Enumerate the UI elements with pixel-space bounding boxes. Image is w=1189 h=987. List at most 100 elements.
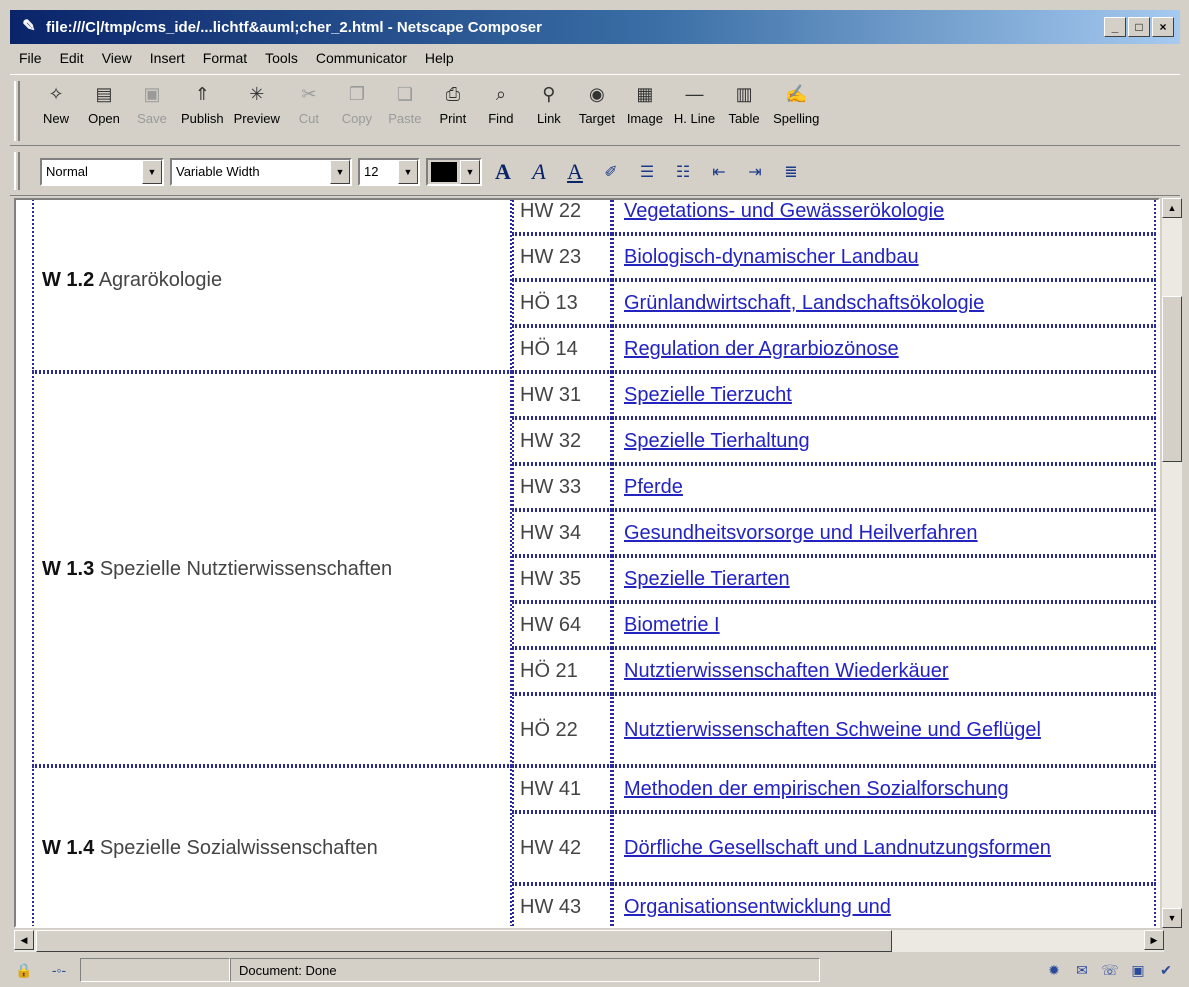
save-icon: ▣ <box>143 83 161 104</box>
menu-view[interactable]: View <box>93 50 141 66</box>
menu-edit[interactable]: Edit <box>51 50 93 66</box>
toolbar-button-label: Paste <box>388 111 422 126</box>
chevron-down-icon[interactable]: ▼ <box>330 159 350 184</box>
module-group-cell[interactable]: W 1.3 Spezielle Nutztierwissenschaften <box>32 372 512 766</box>
course-code: HÖ 13 <box>512 280 612 326</box>
chevron-down-icon[interactable]: ▼ <box>460 159 480 184</box>
font-select[interactable]: Variable Width ▼ <box>170 157 352 186</box>
publish-button[interactable]: ⇑ Publish <box>176 75 229 127</box>
toolbar-button-label: Link <box>536 111 561 126</box>
preview-button[interactable]: ✳ Preview <box>229 75 285 127</box>
new-button[interactable]: ✧ New <box>32 75 80 127</box>
numbered-list-icon[interactable]: ☷ <box>668 157 698 187</box>
table-row: W 1.4 Spezielle Sozialwissenschaften HW 4… <box>32 766 1156 926</box>
decrease-indent-icon[interactable]: ⇤ <box>704 157 734 187</box>
scroll-left-icon[interactable]: ◀ <box>14 930 34 950</box>
link-button[interactable]: ⚲ Link <box>525 75 573 127</box>
open-button[interactable]: ▤ Open <box>80 75 128 127</box>
course-link[interactable]: Vegetations- und Gewässerökologie <box>624 200 944 222</box>
spelling-button[interactable]: ✍ Spelling <box>768 75 824 127</box>
target-button[interactable]: ◉ Target <box>573 75 621 127</box>
alignment-icon[interactable]: ≣ <box>776 157 806 187</box>
course-link[interactable]: Grünlandwirtschaft, Landschaftsökologie <box>624 292 984 314</box>
course-link[interactable]: Biologisch-dynamischer Landbau <box>624 246 919 268</box>
vertical-scrollbar[interactable]: ▲ ▼ <box>1162 198 1182 928</box>
navigator-icon[interactable]: ✹ <box>1040 959 1068 981</box>
copy-button[interactable]: ❐ Copy <box>333 75 381 127</box>
menu-tools[interactable]: Tools <box>256 50 307 66</box>
mail-icon[interactable]: ✉ <box>1068 959 1096 981</box>
find-button[interactable]: ⌕ Find <box>477 75 525 127</box>
toolbar-button-label: Find <box>488 111 514 126</box>
editor-check-icon[interactable]: ✔ <box>1152 959 1180 981</box>
menu-format[interactable]: Format <box>194 50 256 66</box>
format-toolbar-grip[interactable] <box>14 152 20 190</box>
paste-icon: ❏ <box>396 83 413 104</box>
print-button[interactable]: ⎙ Print <box>429 75 477 127</box>
increase-indent-icon[interactable]: ⇥ <box>740 157 770 187</box>
course-title-cell: Vegetations- und Gewässerökologie <box>612 200 1156 234</box>
cut-button[interactable]: ✂ Cut <box>285 75 333 127</box>
scroll-right-icon[interactable]: ▶ <box>1144 930 1164 950</box>
composer-icon[interactable]: ▣ <box>1124 959 1152 981</box>
module-group-cell[interactable]: W 1.4 Spezielle Sozialwissenschaften <box>32 766 512 926</box>
table-button[interactable]: ▥ Table <box>720 75 768 127</box>
hline-icon: ― <box>685 83 704 104</box>
toolbar-button-label: Spelling <box>773 111 820 126</box>
module-group-code: W 1.3 <box>42 557 95 580</box>
font-size-select[interactable]: 12 ▼ <box>358 157 420 186</box>
course-link[interactable]: Methoden der empirischen Sozialforschung <box>624 778 1009 800</box>
h-line-button[interactable]: ― H. Line <box>669 75 720 127</box>
course-link[interactable]: Regulation der Agrarbiozönose <box>624 338 899 360</box>
close-button[interactable]: × <box>1152 17 1174 37</box>
status-bar: 🔒 -◦- Document: Done ✹ ✉ ☏ ▣ ✔ <box>10 956 1180 984</box>
chevron-down-icon[interactable]: ▼ <box>398 159 418 184</box>
target-icon: ◉ <box>589 83 605 104</box>
menu-file[interactable]: File <box>10 50 51 66</box>
scroll-down-icon[interactable]: ▼ <box>1162 908 1182 928</box>
paste-button[interactable]: ❏ Paste <box>381 75 429 127</box>
horizontal-scrollbar[interactable]: ◀ ▶ <box>14 930 1164 952</box>
module-group-cell[interactable]: W 1.2 Agrarökologie <box>32 200 512 372</box>
course-link[interactable]: Dörfliche Gesellschaft und Landnutzungsf… <box>624 837 1051 859</box>
document-content: W 1.2 Agrarökologie HW 22 Vegetations- und… <box>32 200 1156 926</box>
course-link[interactable]: Spezielle Tierarten <box>624 568 790 590</box>
course-link[interactable]: Organisationsentwicklung und <box>624 896 891 918</box>
course-code: HW 35 <box>512 556 612 602</box>
image-button[interactable]: ▦ Image <box>621 75 669 127</box>
discussions-icon[interactable]: ☏ <box>1096 959 1124 981</box>
scroll-up-icon[interactable]: ▲ <box>1162 198 1182 218</box>
editor-area[interactable]: W 1.2 Agrarökologie HW 22 Vegetations- und… <box>14 198 1160 928</box>
chevron-down-icon[interactable]: ▼ <box>142 159 162 184</box>
italic-icon[interactable]: A <box>524 157 554 187</box>
bold-icon[interactable]: A <box>488 157 518 187</box>
preview-icon: ✳ <box>249 83 265 104</box>
menu-bar: File Edit View Insert Format Tools Commu… <box>10 44 1180 72</box>
paragraph-style-select[interactable]: Normal ▼ <box>40 157 164 186</box>
horizontal-scroll-thumb[interactable] <box>36 930 892 952</box>
save-button[interactable]: ▣ Save <box>128 75 176 127</box>
menu-insert[interactable]: Insert <box>141 50 194 66</box>
course-link[interactable]: Spezielle Tierzucht <box>624 384 792 406</box>
course-link[interactable]: Pferde <box>624 476 683 498</box>
menu-communicator[interactable]: Communicator <box>307 50 416 66</box>
vertical-scroll-thumb[interactable] <box>1162 296 1182 462</box>
course-link[interactable]: Nutztierwissenschaften Wiederkäuer <box>624 660 949 682</box>
clear-styles-icon[interactable]: ✐ <box>596 157 626 187</box>
menu-help[interactable]: Help <box>416 50 463 66</box>
underline-icon[interactable]: A <box>560 157 590 187</box>
text-color-select[interactable]: ▼ <box>426 157 482 186</box>
minimize-button[interactable]: _ <box>1104 17 1126 37</box>
course-link[interactable]: Spezielle Tierhaltung <box>624 430 810 452</box>
course-title-cell: Biologisch-dynamischer Landbau <box>612 234 1156 280</box>
print-icon: ⎙ <box>445 83 461 104</box>
toolbar-grip[interactable] <box>14 81 20 141</box>
security-lock-icon[interactable]: 🔒 <box>10 959 38 981</box>
course-link[interactable]: Nutztierwissenschaften Schweine und Gefl… <box>624 719 1041 741</box>
course-link[interactable]: Gesundheitsvorsorge und Heilverfahren <box>624 522 978 544</box>
course-link[interactable]: Biometrie I <box>624 614 720 636</box>
course-title-cell: Nutztierwissenschaften Schweine und Gefl… <box>612 694 1156 766</box>
cut-icon: ✂ <box>301 83 317 104</box>
bullet-list-icon[interactable]: ☰ <box>632 157 662 187</box>
maximize-button[interactable]: □ <box>1128 17 1150 37</box>
